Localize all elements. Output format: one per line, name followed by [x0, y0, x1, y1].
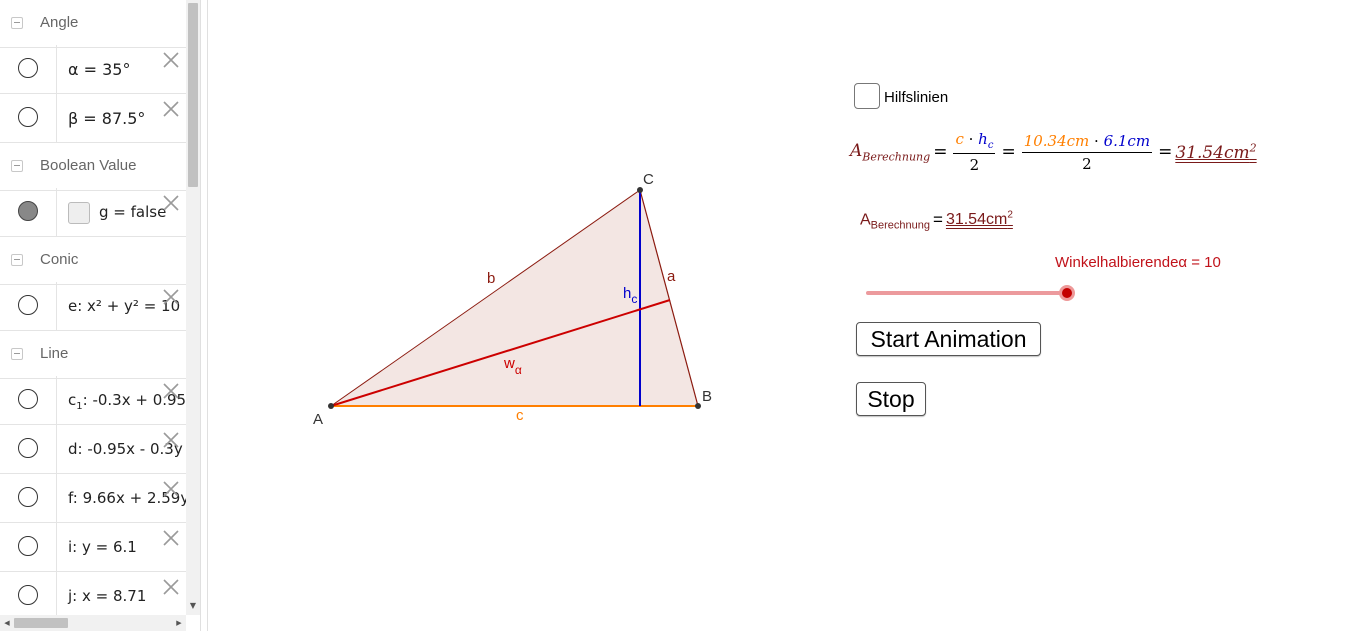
label-B: B	[702, 388, 712, 405]
label-c: c	[516, 407, 524, 424]
visibility-toggle[interactable]	[18, 295, 38, 315]
algebra-item-alpha[interactable]: α = 35°	[0, 45, 186, 94]
delete-icon[interactable]	[162, 288, 180, 306]
item-definition[interactable]: α = 35°	[68, 60, 130, 79]
algebra-item-d[interactable]: d: -0.95x - 0.3y	[0, 425, 186, 474]
visibility-toggle[interactable]	[18, 58, 38, 78]
item-definition[interactable]: i: y = 6.1	[68, 538, 137, 556]
visibility-toggle[interactable]	[18, 585, 38, 605]
group-line[interactable]: Line	[0, 331, 186, 379]
visibility-toggle[interactable]	[18, 389, 38, 409]
stop-button[interactable]: Stop	[856, 382, 926, 416]
group-label: Angle	[40, 14, 79, 31]
boolean-checkbox[interactable]	[68, 202, 90, 224]
algebra-item-f[interactable]: f: 9.66x + 2.59y	[0, 474, 186, 523]
item-definition[interactable]: g = false	[99, 203, 166, 221]
algebra-item-j[interactable]: j: x = 8.71	[0, 572, 186, 621]
visibility-toggle[interactable]	[18, 107, 38, 127]
scroll-down-arrow-icon[interactable]: ▼	[187, 600, 199, 612]
view-divider[interactable]	[200, 0, 208, 631]
item-definition[interactable]: j: x = 8.71	[68, 587, 146, 605]
group-label: Conic	[40, 251, 79, 268]
label-a: a	[667, 268, 676, 285]
geometry-canvas[interactable]: A B C a b c hc wα	[208, 0, 1366, 631]
algebra-view: Angle α = 35° β = 87.5° Boolean Value g …	[0, 0, 186, 631]
collapse-icon[interactable]	[11, 348, 23, 360]
visibility-toggle[interactable]	[18, 438, 38, 458]
algebra-item-e[interactable]: e: x² + y² = 10	[0, 282, 186, 331]
graphics-view[interactable]: A B C a b c hc wα	[208, 0, 1366, 631]
visibility-toggle[interactable]	[18, 201, 38, 221]
group-boolean[interactable]: Boolean Value	[0, 143, 186, 191]
winkelhalbierende-slider[interactable]	[866, 291, 1068, 295]
slider-caption: Winkelhalbierendeα = 10	[1055, 254, 1221, 271]
vertical-scroll-thumb[interactable]	[188, 3, 198, 187]
algebra-item-c1[interactable]: c1: -0.3x + 0.95	[0, 376, 186, 425]
algebra-item-g[interactable]: g = false	[0, 188, 186, 237]
delete-icon[interactable]	[162, 578, 180, 596]
point-A[interactable]	[328, 403, 334, 409]
hilfslinien-checkbox[interactable]	[854, 83, 880, 109]
label-A: A	[313, 411, 323, 428]
delete-icon[interactable]	[162, 431, 180, 449]
area-result: ABerechnung = 31.54cm2	[860, 210, 1013, 232]
group-conic[interactable]: Conic	[0, 237, 186, 285]
delete-icon[interactable]	[162, 51, 180, 69]
delete-icon[interactable]	[162, 529, 180, 547]
label-b: b	[487, 270, 495, 287]
start-animation-button[interactable]: Start Animation	[856, 322, 1041, 356]
group-angle[interactable]: Angle	[0, 0, 186, 48]
collapse-icon[interactable]	[11, 160, 23, 172]
hilfslinien-label: Hilfslinien	[884, 89, 949, 106]
delete-icon[interactable]	[162, 480, 180, 498]
visibility-toggle[interactable]	[18, 487, 38, 507]
delete-icon[interactable]	[162, 382, 180, 400]
slider-thumb[interactable]	[1059, 285, 1075, 301]
item-definition[interactable]: β = 87.5°	[68, 109, 145, 128]
collapse-icon[interactable]	[11, 254, 23, 266]
delete-icon[interactable]	[162, 100, 180, 118]
scroll-right-arrow-icon[interactable]: ▶	[174, 617, 184, 629]
algebra-item-i[interactable]: i: y = 6.1	[0, 523, 186, 572]
delete-icon[interactable]	[162, 194, 180, 212]
collapse-icon[interactable]	[11, 17, 23, 29]
area-formula: ABerechnung = c · hc 2 = 10.34cm · 6.1cm 2 = 31.…	[850, 130, 1257, 174]
algebra-item-beta[interactable]: β = 87.5°	[0, 94, 186, 143]
point-B[interactable]	[695, 403, 701, 409]
scroll-left-arrow-icon[interactable]: ◀	[2, 617, 12, 629]
group-label: Line	[40, 345, 69, 362]
visibility-toggle[interactable]	[18, 536, 38, 556]
horizontal-scroll-thumb[interactable]	[14, 618, 68, 628]
group-label: Boolean Value	[40, 157, 137, 174]
label-C: C	[643, 171, 654, 188]
